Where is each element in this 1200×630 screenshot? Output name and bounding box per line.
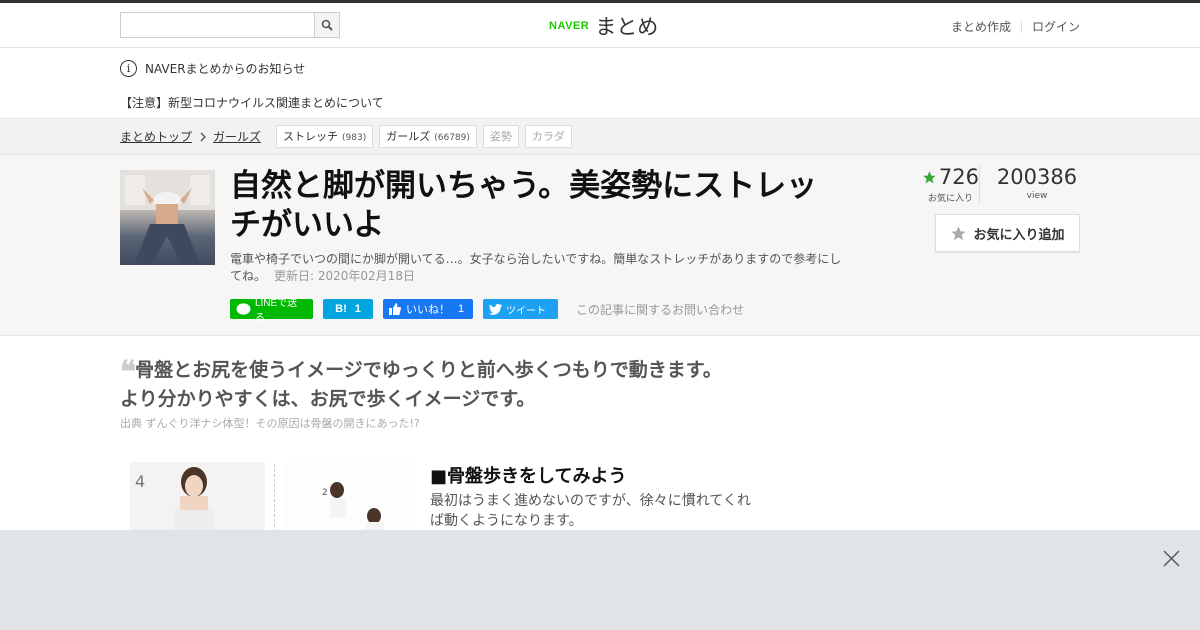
breadcrumb-home[interactable]: まとめトップ: [120, 128, 192, 145]
add-favorite-label: お気に入り追加: [973, 227, 1065, 243]
updated-date: 更新日: 2020年02月18日: [274, 269, 415, 283]
favorites-label: お気に入り: [927, 194, 973, 204]
tag-count: (983): [342, 133, 367, 143]
hatena-count: 1: [354, 303, 361, 315]
tag-body[interactable]: カラダ: [524, 125, 572, 148]
chevron-right-icon: [200, 132, 207, 141]
tweet-label: ツイート: [506, 305, 546, 317]
logo-brand: NAVER: [549, 20, 590, 32]
tag-label: カラダ: [531, 130, 565, 143]
share-buttons: LINEで送る B! 1 いいね！ 1 ツイート この記事に関するお問い合わせ: [230, 298, 744, 324]
article-title: 自然と脚が開いちゃう。美姿勢にストレッチがいいよ: [230, 168, 818, 243]
thumbnail-figure: [120, 170, 215, 265]
article-thumbnail[interactable]: [120, 170, 215, 265]
site-header: NAVER まとめ まとめ作成 ログイン: [0, 3, 1200, 48]
login-link[interactable]: ログイン: [1032, 18, 1080, 35]
star-icon: [923, 170, 936, 183]
search-button[interactable]: [314, 13, 339, 37]
quote-block: ❝ 骨盤とお尻を使うイメージでゆっくりと前へ歩くつもりで動きます。より分かりやすく…: [120, 357, 735, 412]
views-label: view: [1026, 191, 1048, 201]
logo-title: まとめ: [595, 15, 659, 39]
quote-text: 骨盤とお尻を使うイメージでゆっくりと前へ歩くつもりで動きます。より分かりやすくは…: [120, 359, 722, 410]
step-number-left: 4: [135, 472, 146, 491]
breadcrumb: まとめトップ ガールズ ストレッチ (983) ガールズ (66789) 姿勢 カラ…: [0, 118, 1200, 155]
notice-link[interactable]: 【注意】新型コロナウイルス関連まとめについて: [120, 94, 384, 111]
views-stat: 200386 view: [980, 165, 1080, 204]
facebook-like-button[interactable]: いいね！ 1: [383, 299, 473, 319]
thumbs-up-icon: [389, 303, 401, 315]
breadcrumb-category[interactable]: ガールズ: [213, 128, 261, 145]
tag-label: 姿勢: [489, 130, 512, 143]
article-stats: 726 お気に入り 200386 view: [922, 165, 1080, 204]
notice-area: i NAVERまとめからのお知らせ 【注意】新型コロナウイルス関連まとめについて: [0, 49, 1200, 117]
section-body: 最初はうまく進めないのですが、徐々に慣れてくれば動くようになります。: [430, 493, 751, 529]
favorites-count-row: 726: [922, 165, 979, 189]
article-description: 電車や椅子でいつの間にか脚が開いてる…。女子なら治したいですね。簡単なストレッチ…: [230, 251, 845, 285]
add-favorite-button[interactable]: お気に入り追加: [935, 214, 1080, 252]
info-icon: i: [120, 59, 137, 77]
facebook-like-count: 1: [458, 303, 465, 315]
notice-title: NAVERまとめからのお知らせ: [145, 61, 306, 76]
facebook-like-label: いいね！: [406, 304, 450, 316]
create-matome-link[interactable]: まとめ作成: [951, 18, 1011, 35]
search-input[interactable]: [121, 13, 314, 37]
tag-label: ガールズ: [386, 130, 431, 143]
line-icon: [236, 302, 251, 315]
search-icon: [321, 19, 333, 31]
step-number-right: 2: [322, 488, 328, 498]
close-icon[interactable]: [1162, 549, 1181, 568]
contact-link[interactable]: この記事に関するお問い合わせ: [576, 301, 744, 318]
ad-banner: [0, 530, 1200, 630]
tag-count: (66789): [434, 133, 470, 143]
line-share-button[interactable]: LINEで送る: [230, 298, 313, 324]
site-logo[interactable]: NAVER まとめ: [549, 11, 658, 41]
header-nav: まとめ作成 ログイン: [951, 18, 1080, 35]
hatena-icon: B!: [335, 303, 347, 315]
image-divider: [274, 464, 275, 532]
tag-posture[interactable]: 姿勢: [482, 125, 519, 148]
tag-girls[interactable]: ガールズ (66789): [379, 125, 477, 148]
quote-mark-icon: ❝: [120, 355, 136, 390]
star-outline-icon: [951, 225, 967, 240]
notice-heading: i NAVERまとめからのお知らせ: [120, 49, 1080, 87]
source-text: 出典 ずんぐり洋ナシ体型！その原因は骨盤の開きにあった!?: [120, 417, 420, 430]
tag-label: ストレッチ: [283, 130, 339, 143]
stretch-illustration: [130, 462, 415, 532]
tweet-button[interactable]: ツイート: [483, 299, 558, 319]
favorites-stat: 726 お気に入り: [922, 165, 980, 204]
notice-item[interactable]: 【注意】新型コロナウイルス関連まとめについて: [120, 87, 1080, 117]
line-share-label: LINEで送る: [254, 298, 298, 324]
tag-stretch[interactable]: ストレッチ (983): [276, 125, 374, 148]
quote-source[interactable]: 出典 ずんぐり洋ナシ体型！その原因は骨盤の開きにあった!?: [120, 415, 420, 431]
favorites-count: 726: [938, 165, 979, 189]
search-box: [120, 12, 340, 38]
hatena-bookmark-button[interactable]: B! 1: [323, 299, 373, 319]
nav-divider: [1020, 20, 1022, 33]
section-heading: ■骨盤歩きをしてみよう: [430, 466, 627, 487]
views-count: 200386: [996, 165, 1078, 189]
article-header: 自然と脚が開いちゃう。美姿勢にストレッチがいいよ 電車や椅子でいつの間にか脚が開…: [0, 155, 1200, 336]
twitter-bird-icon: [489, 303, 502, 315]
article-image[interactable]: 4 2: [120, 462, 420, 532]
